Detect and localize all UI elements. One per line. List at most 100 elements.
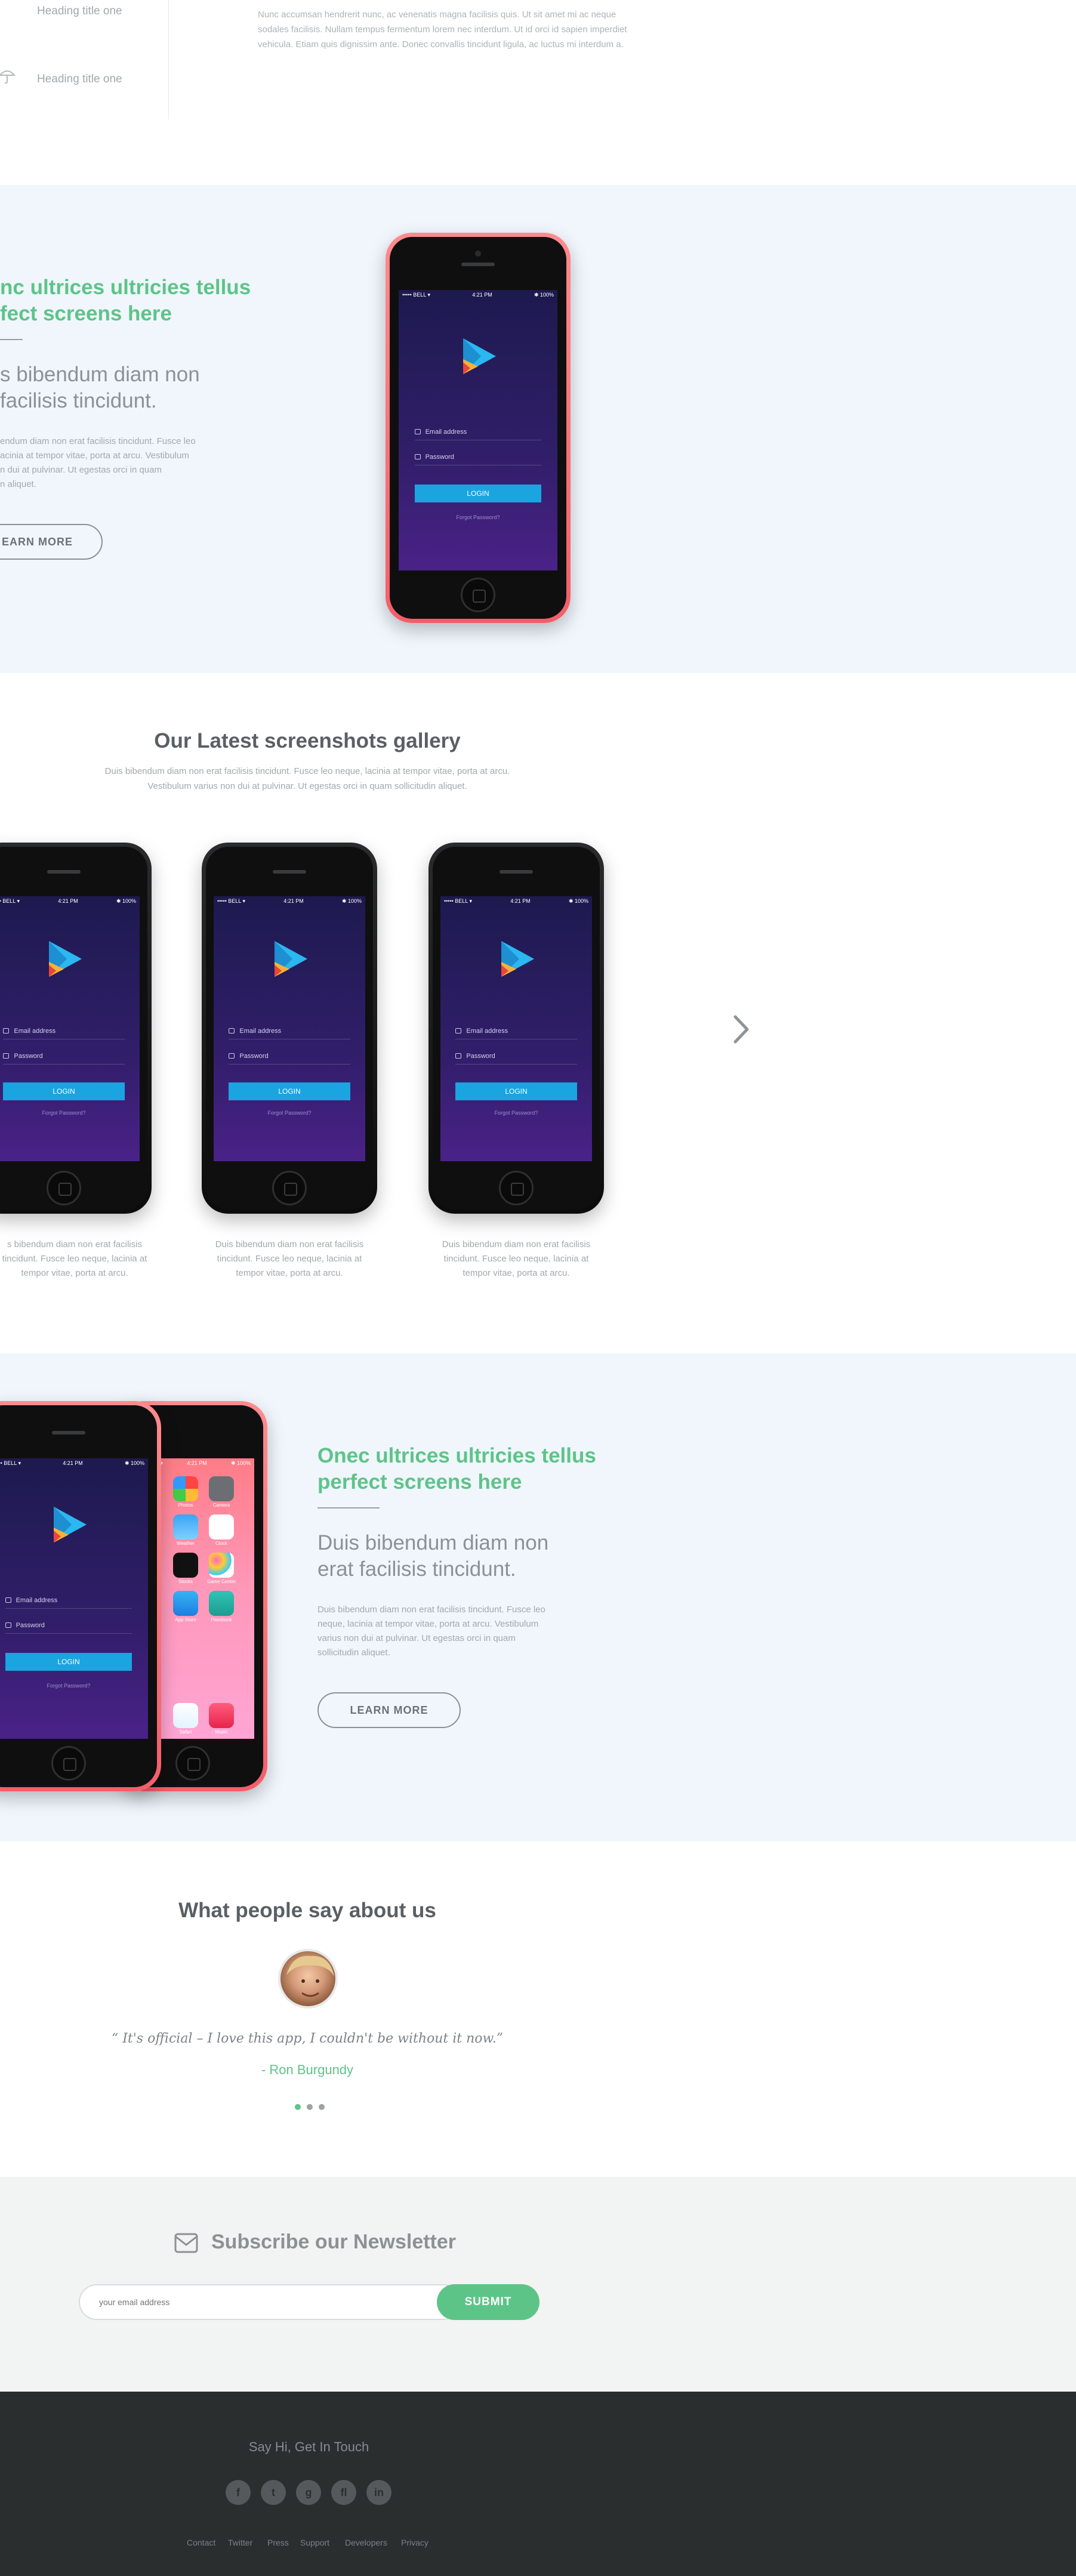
avatar bbox=[278, 1949, 338, 2009]
hero1-subheading-line2: facilisis tincidunt. bbox=[0, 389, 157, 412]
app-logo-icon bbox=[275, 941, 307, 977]
email-field[interactable]: Email address bbox=[414, 424, 542, 440]
feature-description: Nunc accumsan hendrerit nunc, ac venenat… bbox=[258, 10, 627, 50]
login-screen: ••••• BELL ▾ 4:21 PM ✱ 100% Email addres… bbox=[399, 290, 557, 570]
learn-more-label-2: LEARN MORE bbox=[350, 1704, 428, 1716]
gallery-caption-3: Duis bibendum diam non erat facilisis ti… bbox=[442, 1239, 591, 1278]
hero1-phone-mockup: ••••• BELL ▾ 4:21 PM ✱ 100% Email addres… bbox=[386, 233, 571, 623]
carousel-dot-3[interactable] bbox=[319, 2104, 325, 2110]
app-store-icon bbox=[173, 1591, 198, 1616]
status-bar: ••••• BELL ▾ 4:21 PM ✱ 100% bbox=[399, 290, 557, 300]
gallery-phone-2[interactable]: ••••• BELL ▾ 4:21 PM ✱ 100% Email address … bbox=[202, 843, 377, 1214]
photos-app-icon bbox=[173, 1476, 198, 1501]
gallery-caption-2: Duis bibendum diam non erat facilisis ti… bbox=[215, 1239, 364, 1278]
hero1-body-text: endum diam non erat facilisis tincidunt.… bbox=[0, 436, 196, 489]
footer-tagline: Say Hi, Get In Touch bbox=[248, 2439, 369, 2454]
gallery-caption-1: s bibendum diam non erat facilisis tinci… bbox=[2, 1239, 147, 1278]
lock-icon bbox=[414, 454, 421, 459]
hero2-heading-underline bbox=[317, 1507, 380, 1508]
twitter-icon[interactable]: t bbox=[261, 2480, 286, 2505]
gallery-description: Duis bibendum diam non erat facilisis ti… bbox=[104, 766, 510, 791]
app-logo-icon bbox=[463, 338, 496, 374]
chevron-right-icon[interactable] bbox=[730, 1014, 751, 1044]
stocks-app-icon bbox=[173, 1553, 198, 1578]
app-logo-icon bbox=[49, 941, 82, 977]
passbook-app-icon bbox=[209, 1591, 234, 1616]
app-logo-icon bbox=[501, 941, 534, 977]
facebook-icon[interactable]: f bbox=[226, 2480, 251, 2505]
hero1-heading-underline bbox=[0, 339, 23, 340]
feature-divider bbox=[168, 0, 169, 119]
newsletter-email-input[interactable] bbox=[79, 2284, 461, 2320]
lock-icon bbox=[5, 1622, 11, 1628]
hero-section-1: nc ultrices ultricies tellus fect screen… bbox=[0, 185, 1076, 673]
footer-link-developers[interactable]: Developers bbox=[345, 2538, 387, 2547]
testimonial-author: - Ron Burgundy bbox=[261, 2062, 354, 2077]
umbrella-icon bbox=[0, 70, 16, 84]
lock-icon bbox=[455, 1053, 462, 1059]
forgot-password-link[interactable]: Forgot Password? bbox=[399, 514, 557, 520]
footer-link-twitter[interactable]: Twitter bbox=[228, 2538, 252, 2547]
envelope-icon bbox=[174, 2233, 198, 2253]
feature-tab-1-label: Heading title one bbox=[37, 5, 122, 17]
home-button bbox=[47, 1171, 81, 1205]
linkedin-icon[interactable]: in bbox=[366, 2480, 391, 2505]
gallery-section: Our Latest screenshots gallery Duis bibe… bbox=[0, 673, 1076, 1353]
testimonials-title: What people say about us bbox=[178, 1899, 436, 1922]
learn-more-button[interactable]: EARN MORE bbox=[0, 524, 103, 560]
footer-link-support[interactable]: Support bbox=[300, 2538, 329, 2547]
newsletter-submit-button[interactable]: SUBMIT bbox=[437, 2284, 539, 2320]
testimonials-section: What people say about us “ It's official… bbox=[0, 1841, 1076, 2177]
learn-more-button-2[interactable]: LEARN MORE bbox=[317, 1692, 461, 1728]
login-button[interactable]: LOGIN bbox=[414, 485, 542, 502]
newsletter-section: Subscribe our Newsletter SUBMIT bbox=[0, 2177, 1076, 2392]
footer-link-press[interactable]: Press bbox=[267, 2538, 289, 2547]
feature-tab-2[interactable]: Heading title one bbox=[37, 73, 122, 86]
login-screen: ••••• BELL ▾4:21 PM✱ 100% Email address … bbox=[0, 1458, 148, 1739]
home-button bbox=[461, 578, 495, 612]
phone-camera bbox=[475, 251, 481, 257]
gallery-phone-1[interactable]: ••••• BELL ▾4:21 PM✱ 100% Email address … bbox=[0, 843, 152, 1214]
footer: Say Hi, Get In Touch f t g fl in Contact… bbox=[0, 2392, 1076, 2576]
newsletter-title: Subscribe our Newsletter bbox=[211, 2231, 457, 2253]
carousel-dot-2[interactable] bbox=[307, 2104, 313, 2110]
mail-icon bbox=[414, 429, 421, 434]
hero2-heading-line2: perfect screens here bbox=[317, 1470, 522, 1494]
hero2-subheading-line2: erat facilisis tincidunt. bbox=[317, 1557, 516, 1581]
gallery-title: Our Latest screenshots gallery bbox=[154, 729, 461, 752]
safari-app-icon bbox=[173, 1703, 198, 1728]
footer-link-privacy[interactable]: Privacy bbox=[401, 2538, 428, 2547]
weather-app-icon bbox=[173, 1514, 198, 1540]
mail-icon bbox=[3, 1028, 10, 1034]
mail-icon bbox=[229, 1028, 235, 1034]
home-button bbox=[499, 1171, 534, 1205]
music-app-icon bbox=[209, 1703, 234, 1728]
hero2-body-text: Duis bibendum diam non erat facilisis ti… bbox=[317, 1605, 545, 1658]
gallery-screen-2: ••••• BELL ▾ 4:21 PM ✱ 100% Email address … bbox=[214, 896, 365, 1161]
hero-section-2: ••••• BELL ▾4:21 PM✱ 100% Photos Camera … bbox=[0, 1353, 1076, 1841]
features-section: Heading title one Heading title one Nunc… bbox=[0, 0, 1076, 185]
battery-label: ✱ 100% bbox=[534, 291, 554, 298]
flickr-icon[interactable]: fl bbox=[331, 2480, 356, 2505]
footer-link-contact[interactable]: Contact bbox=[187, 2538, 215, 2547]
lock-icon bbox=[3, 1053, 10, 1059]
mail-icon bbox=[5, 1597, 11, 1603]
feature-tab-1[interactable]: Heading title one bbox=[37, 5, 122, 18]
phone-speaker bbox=[461, 263, 495, 266]
carrier-label: ••••• BELL ▾ bbox=[402, 291, 430, 298]
hero2-subheading-line1: Duis bibendum diam non bbox=[317, 1531, 549, 1554]
password-field[interactable]: Password bbox=[414, 449, 542, 465]
person-avatar-icon bbox=[286, 1955, 334, 1997]
game-center-app-icon bbox=[209, 1553, 234, 1578]
hero2-phone-login: ••••• BELL ▾4:21 PM✱ 100% Email address … bbox=[0, 1401, 161, 1791]
testimonial-quote: “ It's official – I love this app, I cou… bbox=[111, 2031, 504, 2046]
home-button bbox=[175, 1746, 210, 1781]
mail-icon bbox=[455, 1028, 462, 1034]
lock-icon bbox=[229, 1053, 235, 1059]
home-button bbox=[51, 1746, 86, 1781]
feature-tab-2-label: Heading title one bbox=[37, 73, 122, 85]
gallery-phone-3[interactable]: ••••• BELL ▾ 4:21 PM ✱ 100% Email address … bbox=[428, 843, 604, 1214]
carousel-dot-1[interactable] bbox=[295, 2104, 301, 2110]
time-label: 4:21 PM bbox=[472, 292, 492, 298]
google-plus-icon[interactable]: g bbox=[296, 2480, 321, 2505]
